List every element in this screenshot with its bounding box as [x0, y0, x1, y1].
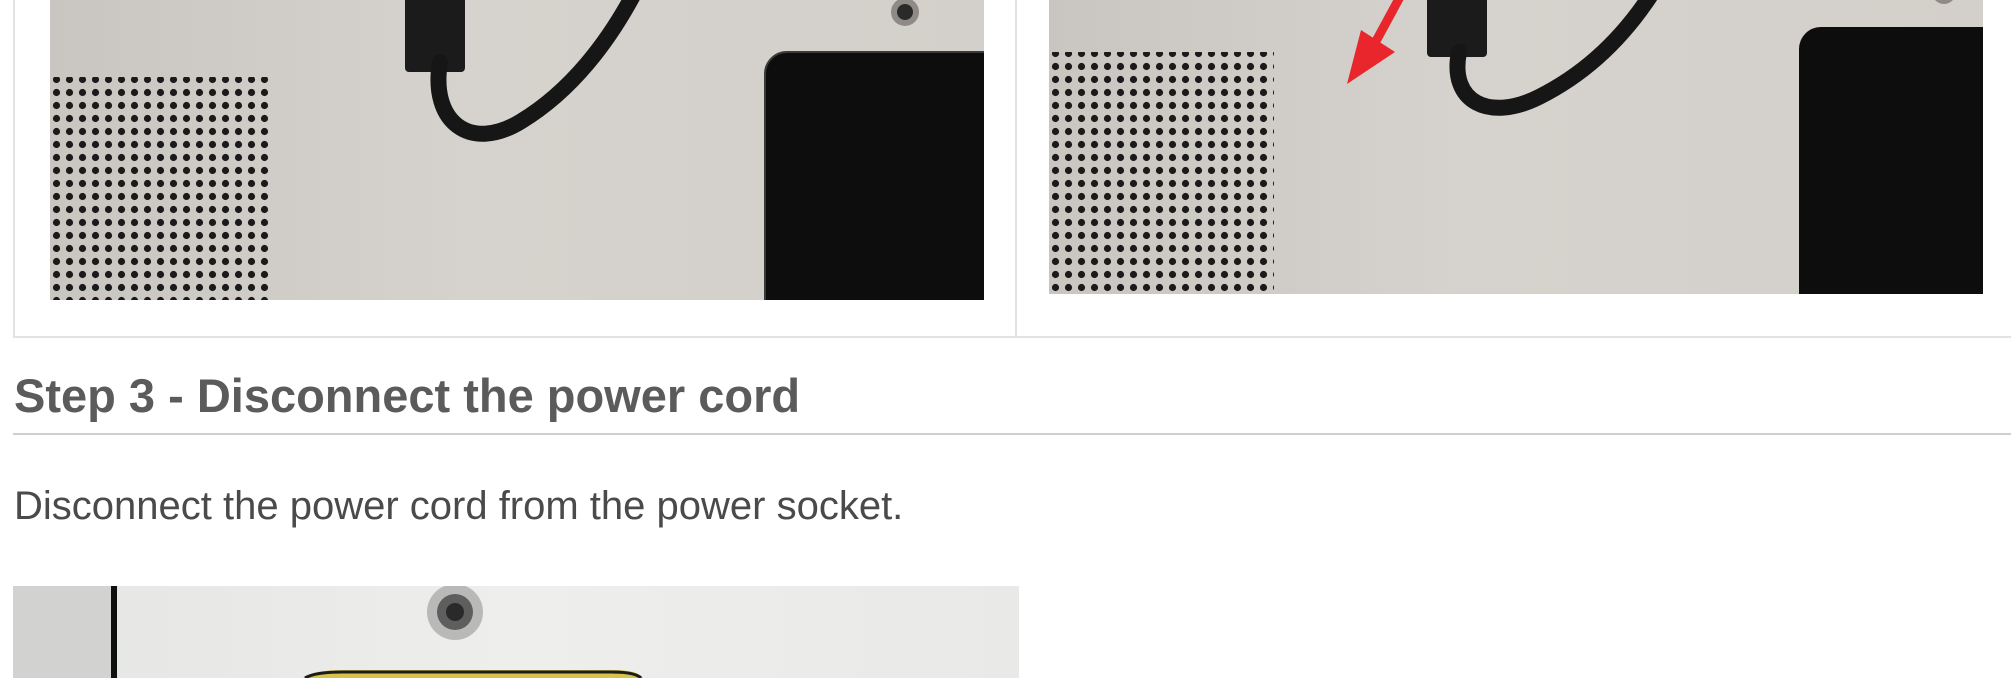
guide-page: Step 3 - Disconnect the power cord Disco… [0, 0, 2011, 678]
red-arrow-icon [1347, 0, 1404, 84]
step-photo-1[interactable] [50, 0, 984, 300]
step-photo-2[interactable] [1049, 0, 1983, 294]
heading-divider [13, 433, 2011, 435]
image-gallery [13, 0, 2011, 338]
step-photo-3[interactable] [13, 586, 1019, 678]
gallery-divider [1015, 0, 1017, 336]
step-heading: Step 3 - Disconnect the power cord [14, 369, 801, 422]
step-description: Disconnect the power cord from the power… [14, 484, 904, 528]
